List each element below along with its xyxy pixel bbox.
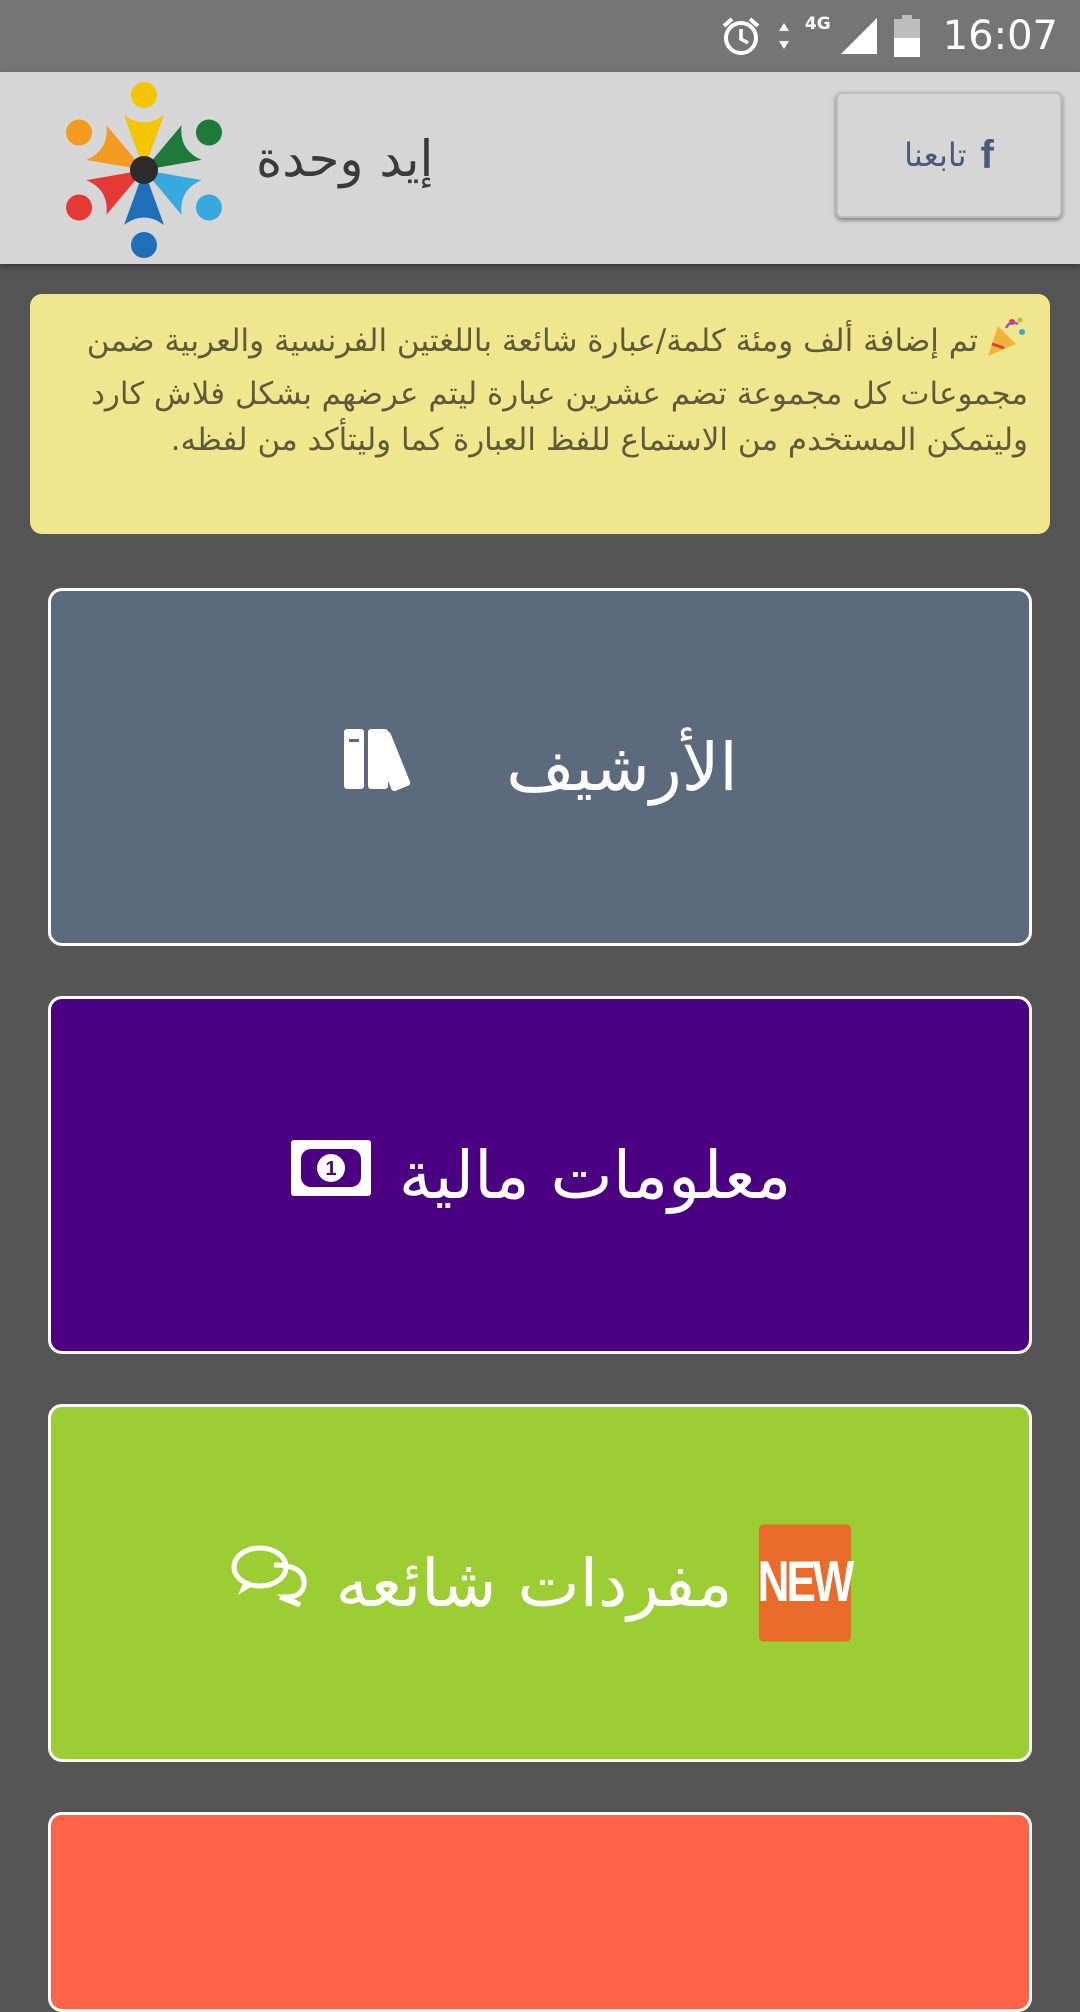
status-bar: 4G 16:07 [0,0,1080,72]
data-arrows-icon [777,21,791,51]
alarm-icon [719,14,763,58]
books-icon [342,727,426,807]
network-type: 4G [804,14,831,34]
archive-label: الأرشيف [506,728,738,806]
app-title: إيد وحدة [256,130,434,188]
party-popper-icon [984,314,1028,371]
common-vocabulary-label: مفردات شائعه [335,1544,733,1622]
new-badge: NEW [758,1524,854,1642]
follow-label: تابعنا [904,136,967,174]
announcement-text: تم إضافة ألف ومئة كلمة/عبارة شائعة باللغ… [86,323,1028,458]
svg-text:1: 1 [325,1158,336,1180]
follow-us-button[interactable]: تابعنا f [836,92,1062,218]
facebook-icon: f [980,132,994,177]
people-circle-logo[interactable] [52,78,236,262]
comments-icon [230,1543,310,1623]
financial-info-label: معلومات مالية [398,1136,792,1214]
fourth-card[interactable] [48,1812,1032,2012]
common-vocabulary-card[interactable]: مفردات شائعه NEW [48,1404,1032,1762]
battery-icon [893,14,921,58]
announcement-banner: تم إضافة ألف ومئة كلمة/عبارة شائعة باللغ… [30,294,1050,534]
archive-card[interactable]: الأرشيف [48,588,1032,946]
signal-icon [839,16,879,56]
clock-time: 16:07 [942,13,1058,59]
money-bill-icon: 1 [289,1137,373,1214]
financial-info-card[interactable]: 1 معلومات مالية [48,996,1032,1354]
